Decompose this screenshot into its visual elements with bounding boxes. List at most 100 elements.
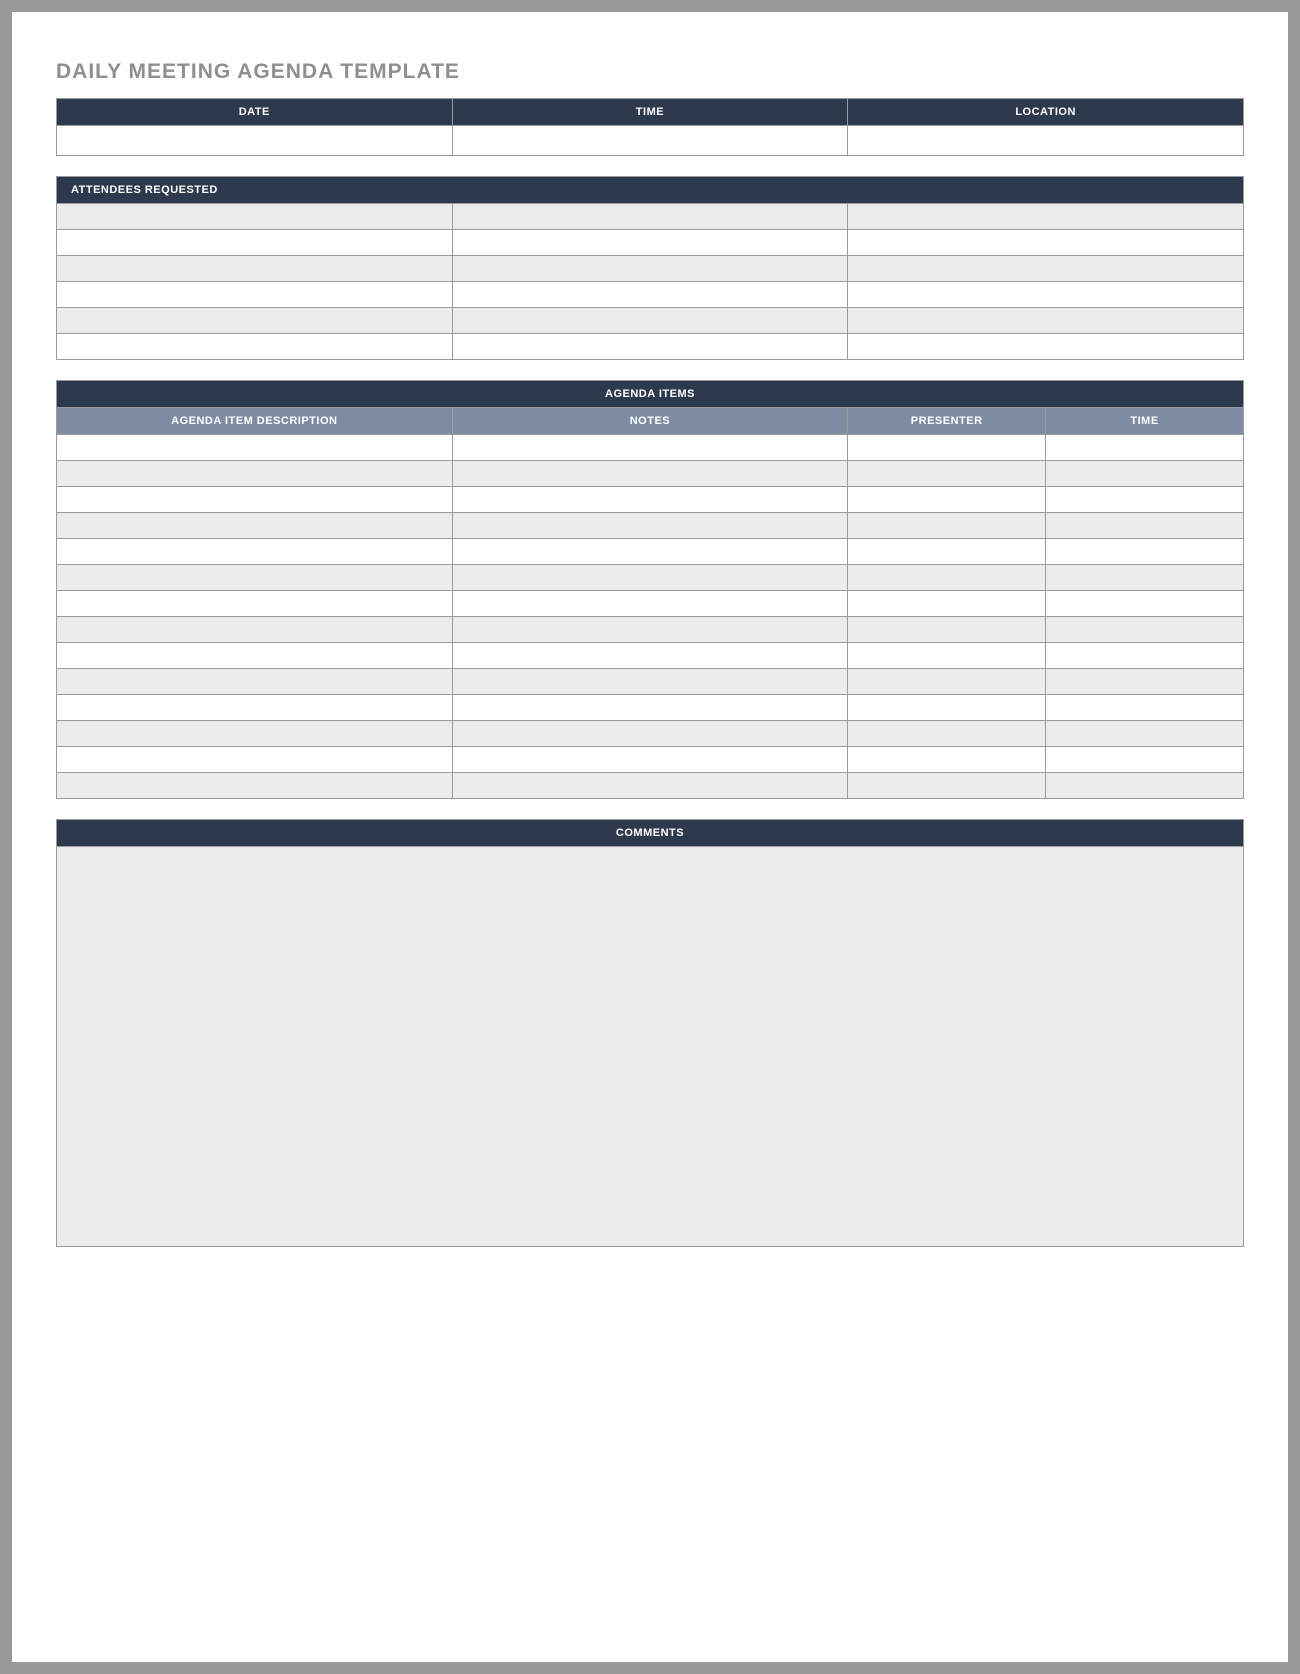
agenda-cell[interactable]	[1046, 591, 1244, 617]
attendee-cell[interactable]	[452, 230, 848, 256]
date-field[interactable]	[57, 126, 453, 156]
agenda-cell[interactable]	[1046, 773, 1244, 799]
table-row	[57, 230, 1244, 256]
agenda-cell[interactable]	[452, 773, 848, 799]
agenda-cell[interactable]	[1046, 617, 1244, 643]
agenda-cell[interactable]	[1046, 539, 1244, 565]
agenda-cell[interactable]	[1046, 643, 1244, 669]
agenda-cell[interactable]	[452, 487, 848, 513]
agenda-cell[interactable]	[57, 747, 453, 773]
agenda-cell[interactable]	[57, 773, 453, 799]
agenda-cell[interactable]	[452, 461, 848, 487]
agenda-header-row: AGENDA ITEMS	[57, 381, 1244, 408]
agenda-cell[interactable]	[848, 773, 1046, 799]
attendee-cell[interactable]	[57, 282, 453, 308]
agenda-cell[interactable]	[57, 565, 453, 591]
attendee-cell[interactable]	[57, 230, 453, 256]
table-row	[57, 308, 1244, 334]
agenda-cell[interactable]	[848, 695, 1046, 721]
table-row	[57, 669, 1244, 695]
table-row	[57, 539, 1244, 565]
agenda-col-time: TIME	[1046, 408, 1244, 435]
time-field[interactable]	[452, 126, 848, 156]
attendee-cell[interactable]	[452, 204, 848, 230]
attendee-cell[interactable]	[848, 334, 1244, 360]
agenda-cell[interactable]	[57, 513, 453, 539]
page-title: DAILY MEETING AGENDA TEMPLATE	[56, 60, 1244, 84]
attendee-cell[interactable]	[57, 308, 453, 334]
agenda-cell[interactable]	[452, 669, 848, 695]
attendee-cell[interactable]	[57, 334, 453, 360]
agenda-cell[interactable]	[57, 435, 453, 461]
comments-header-row: COMMENTS	[57, 820, 1244, 847]
agenda-cell[interactable]	[1046, 461, 1244, 487]
agenda-cell[interactable]	[57, 669, 453, 695]
agenda-cell[interactable]	[57, 539, 453, 565]
attendees-table: ATTENDEES REQUESTED	[56, 176, 1244, 360]
agenda-cell[interactable]	[848, 539, 1046, 565]
agenda-col-description: AGENDA ITEM DESCRIPTION	[57, 408, 453, 435]
dtl-table: DATE TIME LOCATION	[56, 98, 1244, 156]
agenda-cell[interactable]	[1046, 487, 1244, 513]
agenda-cell[interactable]	[848, 721, 1046, 747]
agenda-cell[interactable]	[57, 487, 453, 513]
attendees-section: ATTENDEES REQUESTED	[56, 176, 1244, 360]
agenda-cell[interactable]	[1046, 513, 1244, 539]
agenda-cell[interactable]	[452, 591, 848, 617]
agenda-cell[interactable]	[452, 643, 848, 669]
agenda-cell[interactable]	[452, 617, 848, 643]
agenda-cell[interactable]	[57, 643, 453, 669]
attendee-cell[interactable]	[452, 334, 848, 360]
comments-field[interactable]	[56, 847, 1244, 1247]
agenda-cell[interactable]	[1046, 435, 1244, 461]
attendee-cell[interactable]	[848, 204, 1244, 230]
agenda-cell[interactable]	[452, 539, 848, 565]
agenda-cell[interactable]	[1046, 565, 1244, 591]
agenda-cell[interactable]	[57, 461, 453, 487]
attendee-cell[interactable]	[452, 308, 848, 334]
agenda-cell[interactable]	[57, 695, 453, 721]
agenda-cell[interactable]	[848, 461, 1046, 487]
agenda-cell[interactable]	[57, 617, 453, 643]
attendee-cell[interactable]	[452, 256, 848, 282]
table-row	[57, 617, 1244, 643]
agenda-col-presenter: PRESENTER	[848, 408, 1046, 435]
table-row	[57, 204, 1244, 230]
agenda-cell[interactable]	[848, 435, 1046, 461]
attendee-cell[interactable]	[57, 256, 453, 282]
dtl-header-time: TIME	[452, 99, 848, 126]
agenda-cell[interactable]	[848, 617, 1046, 643]
agenda-cell[interactable]	[452, 747, 848, 773]
agenda-cell[interactable]	[1046, 721, 1244, 747]
agenda-cell[interactable]	[1046, 669, 1244, 695]
agenda-table: AGENDA ITEMS AGENDA ITEM DESCRIPTION NOT…	[56, 380, 1244, 799]
agenda-cell[interactable]	[848, 487, 1046, 513]
page: DAILY MEETING AGENDA TEMPLATE DATE TIME …	[12, 12, 1288, 1662]
agenda-cell[interactable]	[848, 591, 1046, 617]
agenda-cell[interactable]	[452, 435, 848, 461]
attendee-cell[interactable]	[452, 282, 848, 308]
agenda-cell[interactable]	[452, 721, 848, 747]
attendee-cell[interactable]	[848, 282, 1244, 308]
agenda-cell[interactable]	[57, 591, 453, 617]
attendee-cell[interactable]	[848, 308, 1244, 334]
agenda-cell[interactable]	[452, 695, 848, 721]
location-field[interactable]	[848, 126, 1244, 156]
agenda-cell[interactable]	[1046, 695, 1244, 721]
attendee-cell[interactable]	[57, 204, 453, 230]
agenda-cell[interactable]	[848, 643, 1046, 669]
table-row	[57, 721, 1244, 747]
agenda-cell[interactable]	[848, 669, 1046, 695]
table-row	[57, 591, 1244, 617]
comments-header-table: COMMENTS	[56, 819, 1244, 847]
agenda-cell[interactable]	[1046, 747, 1244, 773]
agenda-cell[interactable]	[452, 513, 848, 539]
agenda-columns-row: AGENDA ITEM DESCRIPTION NOTES PRESENTER …	[57, 408, 1244, 435]
agenda-cell[interactable]	[848, 513, 1046, 539]
attendee-cell[interactable]	[848, 256, 1244, 282]
agenda-cell[interactable]	[452, 565, 848, 591]
agenda-cell[interactable]	[848, 565, 1046, 591]
agenda-cell[interactable]	[848, 747, 1046, 773]
attendee-cell[interactable]	[848, 230, 1244, 256]
agenda-cell[interactable]	[57, 721, 453, 747]
